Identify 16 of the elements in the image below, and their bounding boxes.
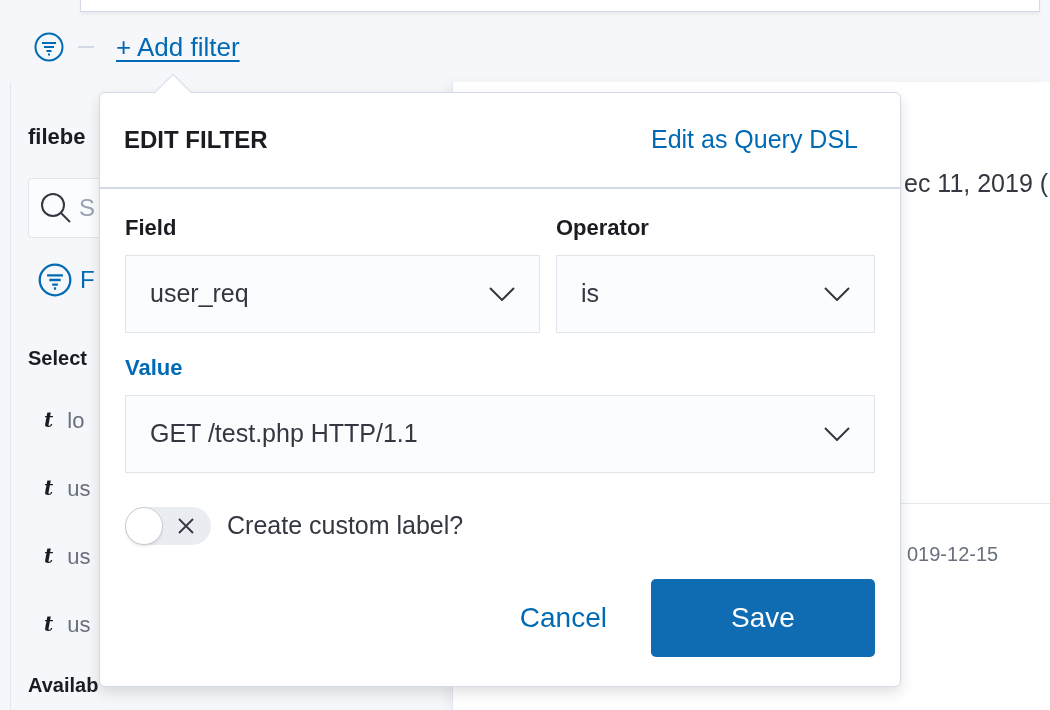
date-range: ec 11, 2019 ( xyxy=(903,168,1050,198)
field-label: Operator xyxy=(556,215,650,241)
field-label: Value xyxy=(125,355,184,381)
toggle-label: Create custom label? xyxy=(227,510,464,542)
popover-title: EDIT FILTER xyxy=(124,125,268,155)
index-pattern-title: filebe xyxy=(28,123,86,151)
field-type-icon: t xyxy=(44,473,54,503)
table-cell-text: 019-12-15 xyxy=(906,542,1000,567)
filter-toggle-label: F xyxy=(80,265,95,295)
field-type-icon: t xyxy=(44,405,54,435)
field-label: Field xyxy=(125,215,178,241)
section-heading: Select xyxy=(28,346,87,371)
field-type-icon: t xyxy=(44,609,54,639)
search-placeholder: S xyxy=(79,193,95,223)
field-type-icon: t xyxy=(44,541,54,571)
section-heading: Availab xyxy=(28,673,99,698)
